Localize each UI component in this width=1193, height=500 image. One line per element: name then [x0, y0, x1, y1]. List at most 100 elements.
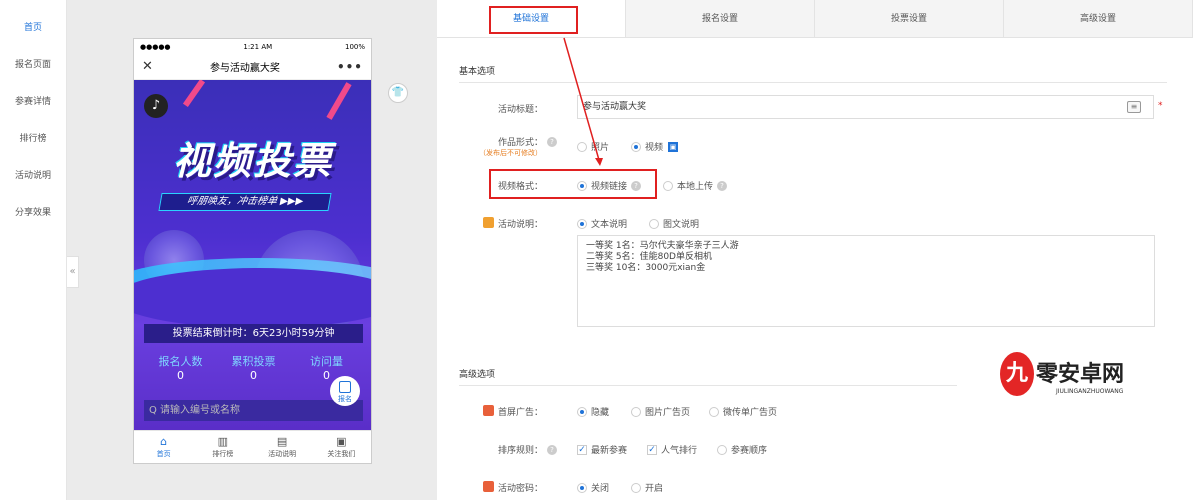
- phone-bottom-nav: ⌂ 首页 ▥ 排行榜 ▤ 活动说明 ▣ 关注我们: [134, 430, 371, 463]
- tab-signup-settings[interactable]: 报名设置: [626, 0, 815, 37]
- document-icon: ▤: [276, 435, 288, 448]
- advanced-section-title: 高级选项: [459, 370, 496, 380]
- radio-password-on[interactable]: 开启: [631, 481, 663, 494]
- signup-label: 报名: [338, 395, 352, 403]
- more-icon[interactable]: •••: [337, 60, 363, 74]
- video-info-icon: ▣: [668, 141, 679, 152]
- phone-preview: ●●●●● 1:21 AM 100% ✕ 参与活动赢大奖 ••• ♪ 视频投票 …: [133, 38, 372, 464]
- settings-panel: 基础设置 报名设置 投票设置 高级设置 基本选项 活动标题： 参与活动赢大奖 ≡…: [437, 0, 1193, 500]
- left-nav: 首页 报名页面 参赛详情 排行榜 活动说明 分享效果: [0, 0, 67, 500]
- radio-dot: [717, 444, 727, 455]
- bottom-tab-label: 首页: [156, 450, 171, 458]
- watermark-text: 零安卓网: [1036, 361, 1125, 387]
- signup-button[interactable]: 报名: [330, 376, 360, 406]
- highlight-basic-tab: [489, 6, 578, 34]
- work-form-note: （发布后不可修改）: [479, 149, 542, 157]
- radio-dot: [663, 180, 673, 191]
- watermark-logo: 九: [1000, 352, 1034, 396]
- text-format-icon[interactable]: ≡: [1127, 101, 1141, 113]
- work-form-label: 作品形式：: [497, 138, 543, 148]
- decor-ribbon: [326, 82, 352, 120]
- radio-label: 照片: [591, 143, 610, 153]
- bottom-tab-leaderboard[interactable]: ▥ 排行榜: [193, 431, 252, 463]
- section-divider: [459, 385, 957, 386]
- activity-title-input[interactable]: 参与活动赢大奖: [577, 95, 1154, 119]
- radio-dot: [577, 141, 587, 152]
- nav-item-share-effect[interactable]: 分享效果: [0, 195, 66, 232]
- watermark: 九 零安卓网 JIULINGANZHUOWANG: [1000, 350, 1140, 400]
- radio-video[interactable]: 视频 ▣: [631, 140, 679, 153]
- radio-text-description[interactable]: 文本说明: [577, 217, 627, 230]
- check-newest[interactable]: ✓ 最新参赛: [577, 443, 627, 456]
- radio-label: 隐藏: [591, 408, 610, 418]
- home-icon: ⌂: [160, 435, 168, 448]
- nav-item-activity-description[interactable]: 活动说明: [0, 158, 66, 195]
- banner-slogan: 呼朋唤友，冲击榜单 ▶▶▶: [158, 193, 332, 211]
- bottom-tab-description[interactable]: ▤ 活动说明: [253, 431, 312, 463]
- radio-dot: [577, 482, 587, 493]
- stat-label: 累积投票: [231, 355, 276, 368]
- bottom-tab-label: 排行榜: [212, 450, 234, 458]
- check-popularity[interactable]: ✓ 人气排行: [647, 443, 697, 456]
- help-icon[interactable]: ?: [547, 136, 557, 147]
- stat-value: 0: [250, 369, 257, 382]
- search-input[interactable]: Q 请输入编号或名称: [144, 400, 363, 421]
- signal-indicator: ●●●●●: [140, 42, 171, 51]
- description-label: 活动说明：: [497, 220, 543, 230]
- nav-item-home[interactable]: 首页: [0, 10, 66, 47]
- radio-photo[interactable]: 照片: [577, 140, 609, 153]
- tab-vote-settings[interactable]: 投票设置: [815, 0, 1004, 37]
- radio-label: 本地上传: [677, 182, 714, 192]
- decor-wave: [134, 268, 371, 328]
- radio-label: 图片广告页: [645, 408, 691, 418]
- basic-section-title: 基本选项: [459, 67, 496, 77]
- radio-dot: [577, 218, 587, 229]
- close-icon[interactable]: ✕: [142, 59, 153, 74]
- checkbox: ✓: [647, 444, 657, 455]
- radio-ad-image[interactable]: 图片广告页: [631, 405, 690, 418]
- status-time: 1:21 AM: [243, 42, 273, 51]
- signup-icon: [339, 381, 351, 393]
- radio-entry-order[interactable]: 参赛顺序: [717, 443, 767, 456]
- radio-label: 视频: [645, 143, 664, 153]
- theme-shirt-icon[interactable]: 👕: [388, 83, 408, 103]
- password-label: 活动密码：: [497, 484, 543, 494]
- bottom-tab-follow[interactable]: ▣ 关注我们: [312, 431, 371, 463]
- event-banner: ♪ 视频投票 呼朋唤友，冲击榜单 ▶▶▶ 投票结束倒计时：6天23小时59分钟 …: [134, 80, 371, 430]
- music-icon[interactable]: ♪: [144, 94, 168, 118]
- nav-item-signup-page[interactable]: 报名页面: [0, 47, 66, 84]
- check-label: 人气排行: [661, 446, 698, 456]
- help-icon[interactable]: ?: [547, 444, 557, 455]
- bar-chart-icon: ▥: [217, 435, 229, 448]
- radio-rich-description[interactable]: 图文说明: [649, 217, 699, 230]
- stat-value: 0: [177, 369, 184, 382]
- stat-signups: 报名人数 0: [144, 353, 217, 395]
- radio-dot: [631, 406, 641, 417]
- help-icon[interactable]: ?: [717, 180, 728, 191]
- radio-label: 微传单广告页: [723, 408, 778, 418]
- phone-title-bar: ✕ 参与活动赢大奖 •••: [134, 54, 371, 80]
- radio-dot: [577, 406, 587, 417]
- stat-label: 访问量: [310, 355, 343, 368]
- radio-dot: [631, 141, 641, 152]
- ad-label: 首屏广告：: [497, 408, 543, 418]
- radio-local-upload[interactable]: 本地上传?: [663, 179, 728, 192]
- status-bar: ●●●●● 1:21 AM 100%: [134, 39, 371, 54]
- radio-label: 参赛顺序: [731, 446, 768, 456]
- radio-password-off[interactable]: 关闭: [577, 481, 609, 494]
- tab-advanced-settings[interactable]: 高级设置: [1004, 0, 1193, 37]
- collapse-sidebar-button[interactable]: «: [67, 256, 79, 288]
- bottom-tab-home[interactable]: ⌂ 首页: [134, 431, 193, 463]
- radio-label: 文本说明: [591, 220, 628, 230]
- nav-item-leaderboard[interactable]: 排行榜: [0, 121, 66, 158]
- radio-label: 开启: [645, 484, 664, 494]
- description-textarea[interactable]: 一等奖 1名：马尔代夫豪华亲子三人游 二等奖 5名：佳能80D单反相机 三等奖 …: [577, 235, 1155, 327]
- work-form-label-row: 作品形式：?: [477, 135, 557, 148]
- section-divider: [459, 82, 1167, 83]
- activity-title-label: 活动标题：: [497, 105, 543, 115]
- sort-label-row: 排序规则：?: [477, 443, 557, 456]
- sort-label: 排序规则：: [497, 446, 543, 456]
- radio-ad-hide[interactable]: 隐藏: [577, 405, 609, 418]
- radio-ad-flyer[interactable]: 微传单广告页: [709, 405, 777, 418]
- nav-item-entry-details[interactable]: 参赛详情: [0, 84, 66, 121]
